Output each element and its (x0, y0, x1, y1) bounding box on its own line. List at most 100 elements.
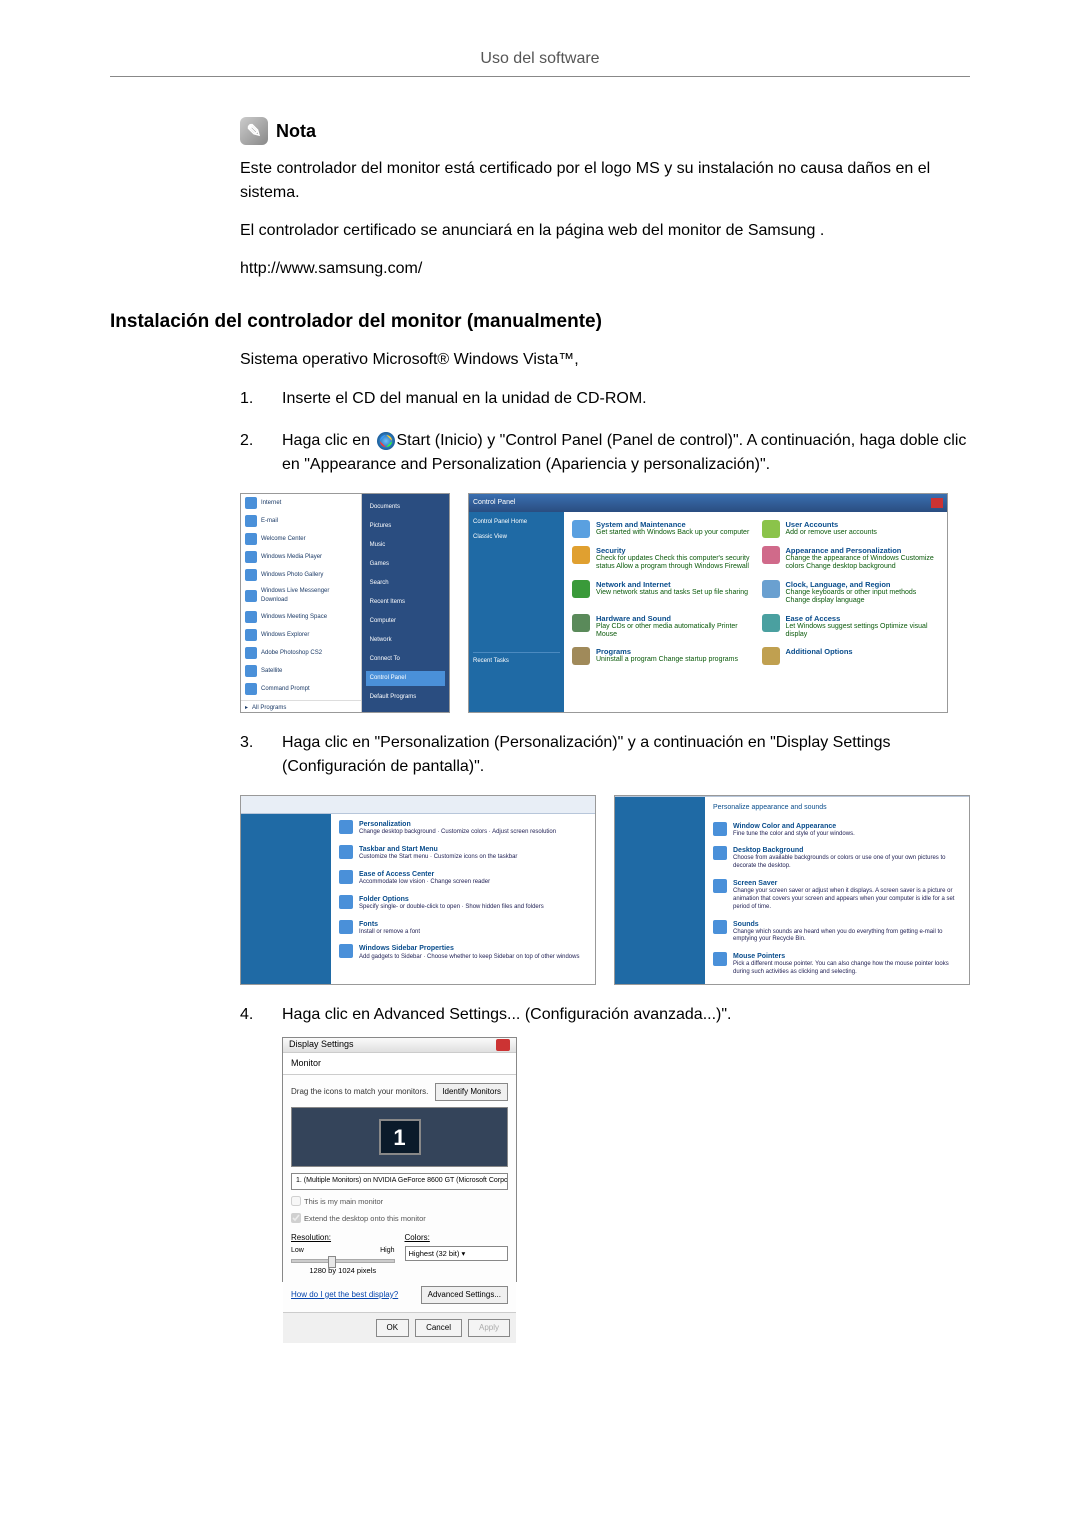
cp-cat-sub: Change keyboards or other input methods … (786, 589, 917, 604)
explorer-icon (245, 629, 257, 641)
wincolor-icon (713, 822, 727, 836)
cp-cat-title: Additional Options (786, 647, 853, 656)
pz-row-sub: Pick a different mouse pointer. You can … (733, 961, 949, 975)
help-link[interactable]: How do I get the best display? (291, 1289, 398, 1301)
pz-row-sub: Add gadgets to Sidebar · Choose whether … (359, 954, 579, 960)
apply-button: Apply (468, 1319, 510, 1337)
window-close-icon (931, 498, 943, 508)
step-1: Inserte el CD del manual en la unidad de… (240, 387, 970, 411)
pz-row-title: Mouse Pointers (733, 952, 961, 961)
ok-button[interactable]: OK (376, 1319, 410, 1337)
windows-start-icon (377, 432, 395, 450)
pz-row-title: Fonts (359, 920, 420, 929)
cp-cat-sub: Add or remove user accounts (786, 529, 877, 536)
step-2-text-a: Haga clic en (282, 432, 375, 449)
resolution-slider[interactable] (291, 1259, 395, 1263)
ds-hint: Drag the icons to match your monitors. (291, 1086, 428, 1098)
wmp-icon (245, 551, 257, 563)
page-header-title: Uso del software (110, 50, 970, 77)
pz-row-sub: Accommodate low vision · Change screen r… (359, 879, 490, 885)
pz-row-title: Folder Options (359, 895, 544, 904)
sm-right-label: Music (370, 541, 386, 550)
satellite-icon (245, 665, 257, 677)
identify-monitors-button[interactable]: Identify Monitors (435, 1083, 508, 1101)
pz-row-title: Screen Saver (733, 879, 961, 888)
nota-label: Nota (276, 121, 316, 142)
mail-icon (245, 515, 257, 527)
step-1-text: Inserte el CD del manual en la unidad de… (282, 390, 647, 407)
res-low: Low (291, 1246, 304, 1257)
programs-icon (572, 647, 590, 665)
sm-item-label: Adobe Photoshop CS2 (261, 649, 322, 658)
close-icon[interactable] (496, 1039, 510, 1051)
messenger-icon (245, 590, 257, 602)
cp-side-classic: Classic View (473, 533, 560, 542)
desktopbg-icon (713, 846, 727, 860)
personalization-icon (339, 820, 353, 834)
monitor-layout-area[interactable]: 1 (291, 1107, 508, 1167)
cancel-button[interactable]: Cancel (415, 1319, 462, 1337)
sm-right-label: Search (370, 579, 389, 588)
cp-cat-title: Ease of Access (786, 614, 940, 623)
pz-row-sub: Fine tune the color and style of your wi… (733, 831, 855, 837)
start-menu-screenshot: Internet E-mail Welcome Center Windows M… (240, 493, 450, 713)
sm-item-label: Windows Photo Gallery (261, 571, 323, 580)
pz-row-sub: Change your screen saver or adjust when … (733, 888, 954, 910)
display-settings-dialog: Display Settings Monitor Drag the icons … (282, 1037, 517, 1282)
cp-cat-title: System and Maintenance (596, 520, 749, 529)
sm-control-panel: Control Panel (370, 674, 406, 683)
hardware-icon (572, 614, 590, 632)
screensaver-icon (713, 879, 727, 893)
user-icon (762, 520, 780, 538)
ds-tab-monitor[interactable]: Monitor (283, 1053, 516, 1076)
cp-cat-title: Hardware and Sound (596, 614, 750, 623)
sm-item-label: Satellite (261, 667, 282, 676)
pz-row-title: Sounds (733, 920, 961, 929)
sm-right-label: Documents (370, 503, 400, 512)
step-3: Haga clic en "Personalization (Personali… (240, 731, 970, 985)
step-3-text: Haga clic en "Personalization (Personali… (282, 734, 890, 775)
cp-cat-title: Appearance and Personalization (786, 546, 940, 555)
fonts-icon (339, 920, 353, 934)
sm-right-label: Computer (370, 617, 396, 626)
pz-row-sub: Customize the Start menu · Customize ico… (359, 854, 517, 860)
cp-cat-title: Clock, Language, and Region (786, 580, 940, 589)
additional-icon (762, 647, 780, 665)
nota-para2: El controlador certificado se anunciará … (240, 219, 970, 243)
nota-url: http://www.samsung.com/ (240, 257, 970, 281)
monitor-1-box[interactable]: 1 (379, 1119, 421, 1155)
pz-row-title: Windows Sidebar Properties (359, 944, 579, 953)
sm-right-label: Pictures (370, 522, 392, 531)
cp-side-home: Control Panel Home (473, 518, 560, 527)
sm-right-label: Default Programs (370, 693, 417, 702)
ps-icon (245, 647, 257, 659)
extend-desktop-checkbox (291, 1213, 301, 1223)
sm-item-label: Internet (261, 499, 281, 508)
colors-label: Colors: (405, 1232, 509, 1244)
res-high: High (380, 1246, 394, 1257)
monitor-select[interactable]: 1. (Multiple Monitors) on NVIDIA GeForce… (291, 1173, 508, 1190)
resolution-label: Resolution: (291, 1232, 395, 1244)
sm-right-label: Recent Items (370, 598, 405, 607)
mouse-icon (713, 952, 727, 966)
pz-row-sub: Install or remove a font (359, 929, 420, 935)
nota-block: ✎ Nota Este controlador del monitor está… (240, 117, 970, 281)
welcome-icon (245, 533, 257, 545)
sm-right-label: Games (370, 560, 389, 569)
clock-icon (762, 580, 780, 598)
advanced-settings-button[interactable]: Advanced Settings... (421, 1286, 508, 1304)
cp-cat-sub: Get started with Windows Back up your co… (596, 529, 749, 536)
sm-all-programs: All Programs (252, 704, 286, 713)
pz-row-title: Desktop Background (733, 846, 961, 855)
taskbar-icon (339, 845, 353, 859)
ds-check2-label: Extend the desktop onto this monitor (304, 1213, 426, 1224)
cp-cat-sub: Let Windows suggest settings Optimize vi… (786, 623, 928, 638)
appearance-icon (762, 546, 780, 564)
sm-right-label: Help and Support (370, 712, 417, 713)
sm-item-label: Windows Live Messenger Download (261, 587, 357, 605)
cp-cat-title: Security (596, 546, 750, 555)
pz-row-sub: Choose from available backgrounds or col… (733, 855, 945, 869)
colors-dropdown[interactable]: Highest (32 bit) ▾ (405, 1246, 509, 1261)
cp-cat-sub: Check for updates Check this computer's … (596, 555, 749, 570)
sm-item-label: Windows Meeting Space (261, 613, 327, 622)
